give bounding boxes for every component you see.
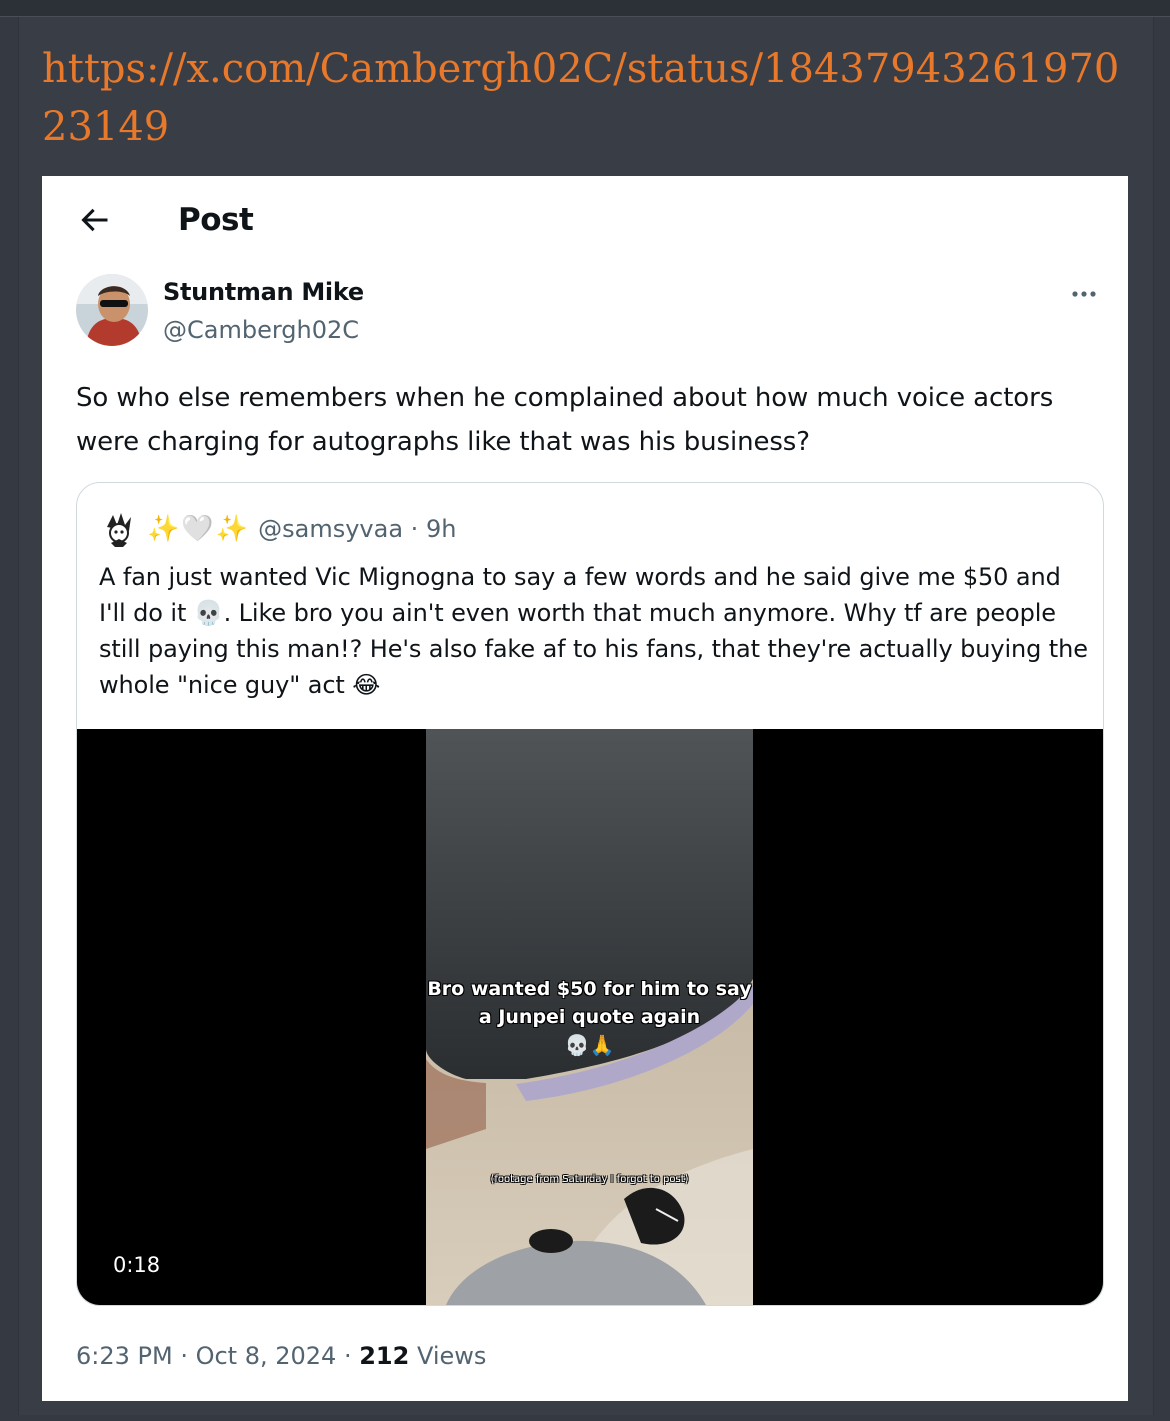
status-url-link[interactable]: https://x.com/Cambergh02C/status/1843794… [42, 40, 1132, 156]
post-header: Post [42, 176, 1128, 272]
video-frame: Bro wanted $50 for him to say a Junpei q… [426, 729, 753, 1305]
post-meta: 6:23 PM · Oct 8, 2024 · 212 Views [76, 1342, 487, 1370]
views-count: 212 [359, 1342, 410, 1370]
quoted-post-time: 9h [425, 515, 457, 543]
quoted-author-avatar[interactable] [99, 509, 139, 549]
video-small-caption: (footage from Saturday I forgot to post) [490, 1174, 689, 1185]
author-avatar[interactable] [76, 274, 148, 346]
caption-emoji: 💀🙏 [564, 1033, 615, 1057]
post-time[interactable]: 6:23 PM [76, 1342, 173, 1370]
sparkles-emoji: ✨ [215, 514, 249, 544]
views-label: Views [416, 1342, 487, 1370]
post-card: Post Stuntman Mike @Cambergh02C So who e… [42, 176, 1128, 1401]
sparkles-emoji: ✨ [147, 514, 180, 544]
tweet-text: So who else remembers when he complained… [76, 383, 1054, 457]
quoted-author-handle[interactable]: @samsyvaa · 9h [258, 515, 456, 543]
arrow-left-icon[interactable] [76, 202, 112, 238]
video-duration-badge: 0:18 [99, 1249, 175, 1281]
top-bar [0, 0, 1170, 17]
video-player[interactable]: Bro wanted $50 for him to say a Junpei q… [77, 729, 1103, 1305]
page-title: Post [178, 202, 254, 238]
quoted-post-text: A fan just wanted Vic Mignogna to say a … [99, 563, 1088, 699]
quoted-post[interactable]: ✨ 🤍 ✨ @samsyvaa · 9h A fan just wanted V… [76, 482, 1104, 1306]
white-heart-emoji: 🤍 [181, 514, 214, 544]
tears-of-joy-emoji: 😂 [352, 671, 381, 699]
author-handle[interactable]: @Cambergh02C [163, 316, 359, 344]
skull-emoji: 💀 [193, 599, 224, 627]
quoted-post-header: ✨ 🤍 ✨ @samsyvaa · 9h [99, 509, 456, 549]
post-date[interactable]: Oct 8, 2024 [196, 1342, 337, 1370]
video-caption: Bro wanted $50 for him to say a Junpei q… [427, 978, 752, 1028]
author-name[interactable]: Stuntman Mike [163, 278, 364, 306]
more-horizontal-icon[interactable] [1066, 284, 1102, 304]
